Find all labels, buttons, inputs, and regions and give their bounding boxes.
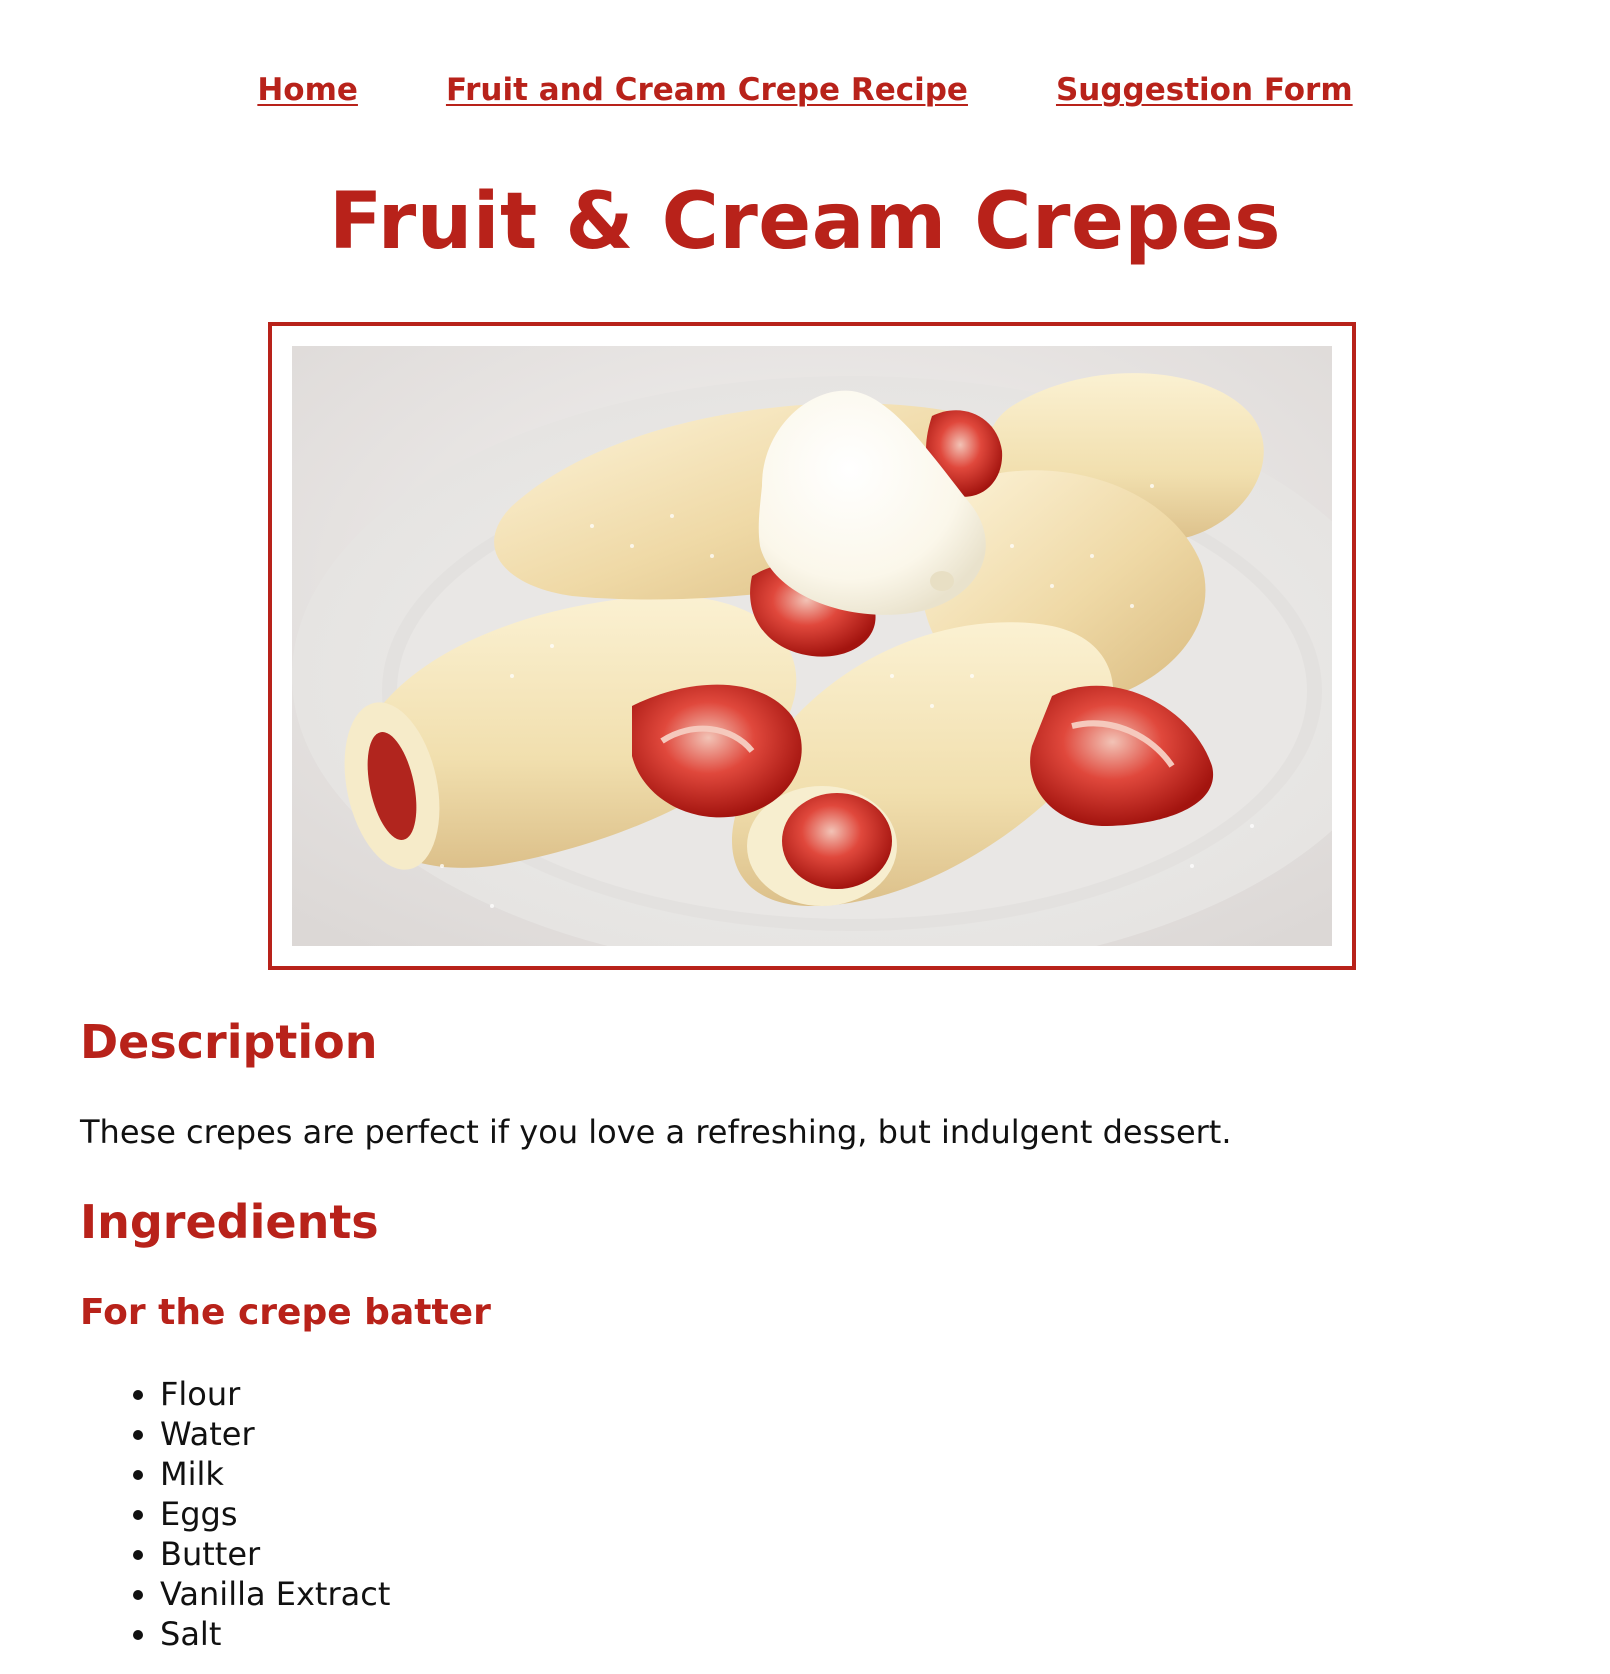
description-heading: Description bbox=[80, 1015, 378, 1069]
list-item: Eggs bbox=[160, 1494, 390, 1534]
list-item: Salt bbox=[160, 1614, 390, 1654]
list-item: Milk bbox=[160, 1454, 390, 1494]
crepe-batter-ingredient-list: Flour Water Milk Eggs Butter Vanilla Ext… bbox=[80, 1374, 390, 1654]
recipe-photo-frame bbox=[268, 322, 1356, 970]
nav-link-crepe-recipe[interactable]: Fruit and Cream Crepe Recipe bbox=[446, 72, 968, 108]
list-item: Flour bbox=[160, 1374, 390, 1414]
crepes-photo bbox=[292, 346, 1332, 946]
crepe-batter-heading: For the crepe batter bbox=[80, 1292, 491, 1333]
ingredients-heading: Ingredients bbox=[80, 1195, 379, 1249]
top-navigation: Home Fruit and Cream Crepe Recipe Sugges… bbox=[0, 72, 1610, 108]
list-item: Water bbox=[160, 1414, 390, 1454]
nav-link-suggestion-form[interactable]: Suggestion Form bbox=[1056, 72, 1353, 108]
list-item: Vanilla Extract bbox=[160, 1574, 390, 1614]
nav-link-home[interactable]: Home bbox=[257, 72, 358, 108]
description-text: These crepes are perfect if you love a r… bbox=[80, 1113, 1232, 1151]
list-item: Butter bbox=[160, 1534, 390, 1574]
page-title: Fruit & Cream Crepes bbox=[328, 177, 1282, 267]
